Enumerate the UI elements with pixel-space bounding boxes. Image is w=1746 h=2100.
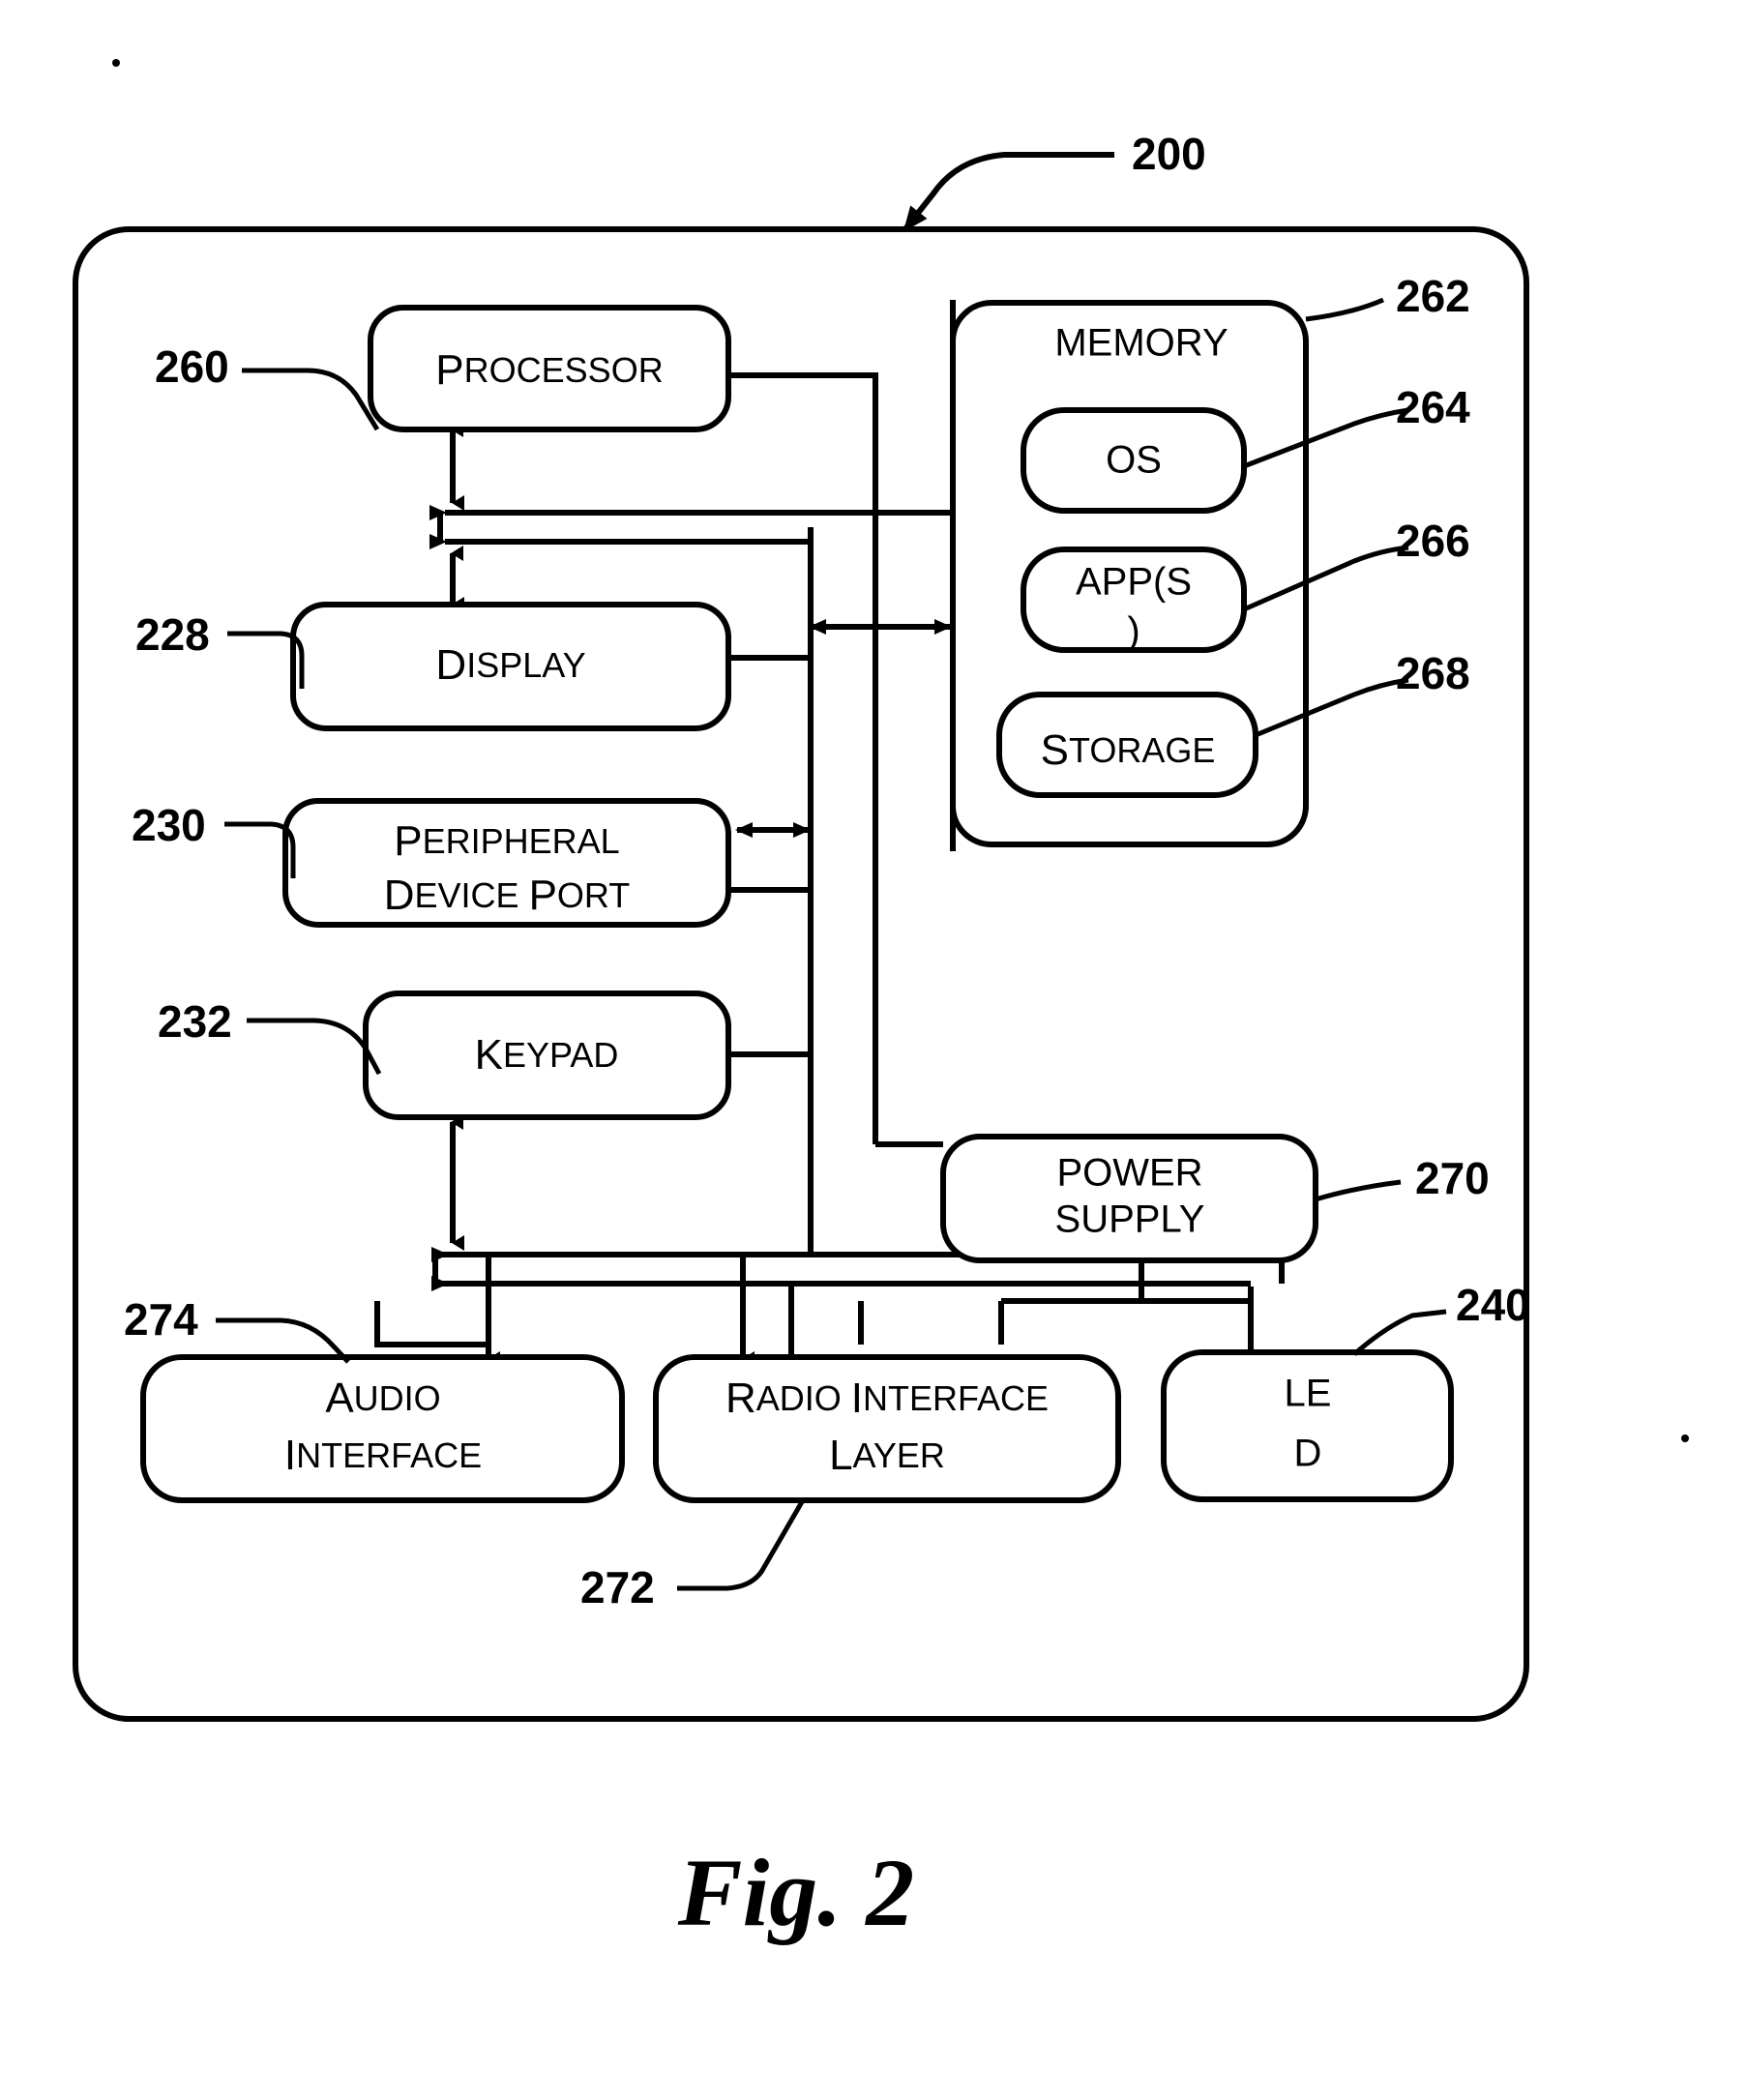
block-peripheral-device-port: PERIPHERAL DEVICE PORT (282, 798, 731, 928)
svg-text:PERIPHERAL: PERIPHERAL (394, 817, 619, 865)
block-os: OS (1021, 407, 1247, 514)
block-keypad-label: EYPAD (503, 1035, 618, 1075)
svg-text:STORAGE: STORAGE (1041, 726, 1216, 774)
block-apps: APP(S ) (1021, 547, 1247, 653)
leader-240 (1352, 1309, 1447, 1356)
svg-text:LAYER: LAYER (829, 1432, 945, 1479)
block-os-label: OS (1106, 439, 1162, 482)
svg-text:DEVICE PORT: DEVICE PORT (384, 872, 631, 919)
svg-text:KEYPAD: KEYPAD (475, 1031, 619, 1079)
ref-num-268: 268 (1396, 648, 1470, 698)
block-memory-label: MEMORY (1054, 322, 1228, 365)
block-power-supply-label-1: POWER (1056, 1152, 1202, 1195)
bus-lower-double-arrow (431, 1247, 811, 1291)
ref-num-200: 200 (1132, 129, 1206, 179)
ref-num-262: 262 (1396, 271, 1470, 321)
block-audio-label-1: UDIO (354, 1378, 441, 1418)
ref-num-266: 266 (1396, 516, 1470, 566)
block-power-supply: POWER SUPPLY (940, 1134, 1318, 1263)
block-radio-initial-1: R (725, 1375, 756, 1422)
block-display-initial: D (435, 641, 466, 689)
leader-232 (247, 1018, 382, 1076)
svg-text:DISPLAY: DISPLAY (435, 641, 585, 689)
figure-2-block-diagram: PROCESSOR 260 DISPLAY 228 PERIPHERAL DEV… (0, 0, 1746, 2100)
block-audio-initial-1: A (325, 1375, 354, 1422)
ref-num-230: 230 (132, 800, 206, 850)
page-speck-right (1681, 1435, 1689, 1442)
ref-num-264: 264 (1396, 382, 1470, 432)
block-storage: STORAGE (996, 692, 1258, 798)
ref-num-260: 260 (155, 341, 229, 392)
figure-caption: Fig. 2 (677, 1839, 914, 1946)
block-radio-label-1: ADIO (756, 1378, 851, 1418)
block-display-label: ISPLAY (466, 645, 585, 685)
block-led: LE D (1161, 1349, 1454, 1502)
block-peripheral-label-2: EVICE (415, 875, 529, 915)
block-audio-initial-2: I (284, 1432, 296, 1479)
block-led-label-2: D (1294, 1433, 1322, 1475)
svg-text:INTERFACE: INTERFACE (284, 1432, 482, 1479)
svg-text:PROCESSOR: PROCESSOR (435, 346, 663, 394)
block-radio-initial-2: I (851, 1375, 863, 1422)
block-radio-label-2: NTERFACE (863, 1378, 1049, 1418)
block-peripheral-label-1: ERIPHERAL (423, 821, 620, 861)
ref-num-270: 270 (1415, 1153, 1490, 1203)
ref-num-232: 232 (158, 996, 232, 1047)
block-peripheral-label-3: ORT (557, 875, 630, 915)
diagram-canvas: PROCESSOR 260 DISPLAY 228 PERIPHERAL DEV… (73, 59, 1689, 1946)
block-storage-initial: S (1041, 726, 1069, 774)
leader-270 (1315, 1179, 1402, 1202)
block-radio-interface-layer: RADIO INTERFACE LAYER (653, 1354, 1121, 1503)
block-keypad-initial: K (475, 1031, 503, 1079)
block-processor-label: ROCESSOR (464, 350, 664, 390)
block-storage-label: TORAGE (1069, 730, 1215, 770)
page-speck-topleft (112, 59, 120, 67)
block-apps-label-1: APP(S (1076, 561, 1192, 604)
leader-262 (1305, 297, 1385, 322)
block-peripheral-initial-2: D (384, 872, 415, 919)
block-peripheral-initial-1: P (394, 817, 422, 865)
ref-num-272: 272 (580, 1562, 655, 1612)
block-audio-interface: AUDIO INTERFACE (140, 1354, 625, 1503)
block-power-supply-label-2: SUPPLY (1055, 1198, 1205, 1241)
ref-num-240: 240 (1456, 1280, 1530, 1330)
block-radio-initial-3: L (829, 1432, 852, 1479)
ref-num-274: 274 (124, 1294, 198, 1345)
block-peripheral-initial-3: P (529, 872, 557, 919)
block-led-label-1: LE (1285, 1373, 1332, 1415)
block-processor-initial: P (435, 346, 463, 394)
block-display: DISPLAY (290, 602, 731, 731)
svg-text:RADIO INTERFACE: RADIO INTERFACE (725, 1375, 1049, 1422)
block-radio-label-3: AYER (853, 1435, 945, 1475)
leader-260 (242, 368, 380, 431)
block-keypad: KEYPAD (363, 991, 731, 1120)
svg-text:AUDIO: AUDIO (325, 1375, 440, 1422)
leader-272 (677, 1498, 806, 1591)
block-audio-label-2: NTERFACE (296, 1435, 482, 1475)
ref-num-228: 228 (135, 609, 210, 660)
block-processor: PROCESSOR (368, 305, 731, 432)
leader-200 (902, 152, 1114, 232)
block-apps-label-2: ) (1127, 610, 1139, 653)
